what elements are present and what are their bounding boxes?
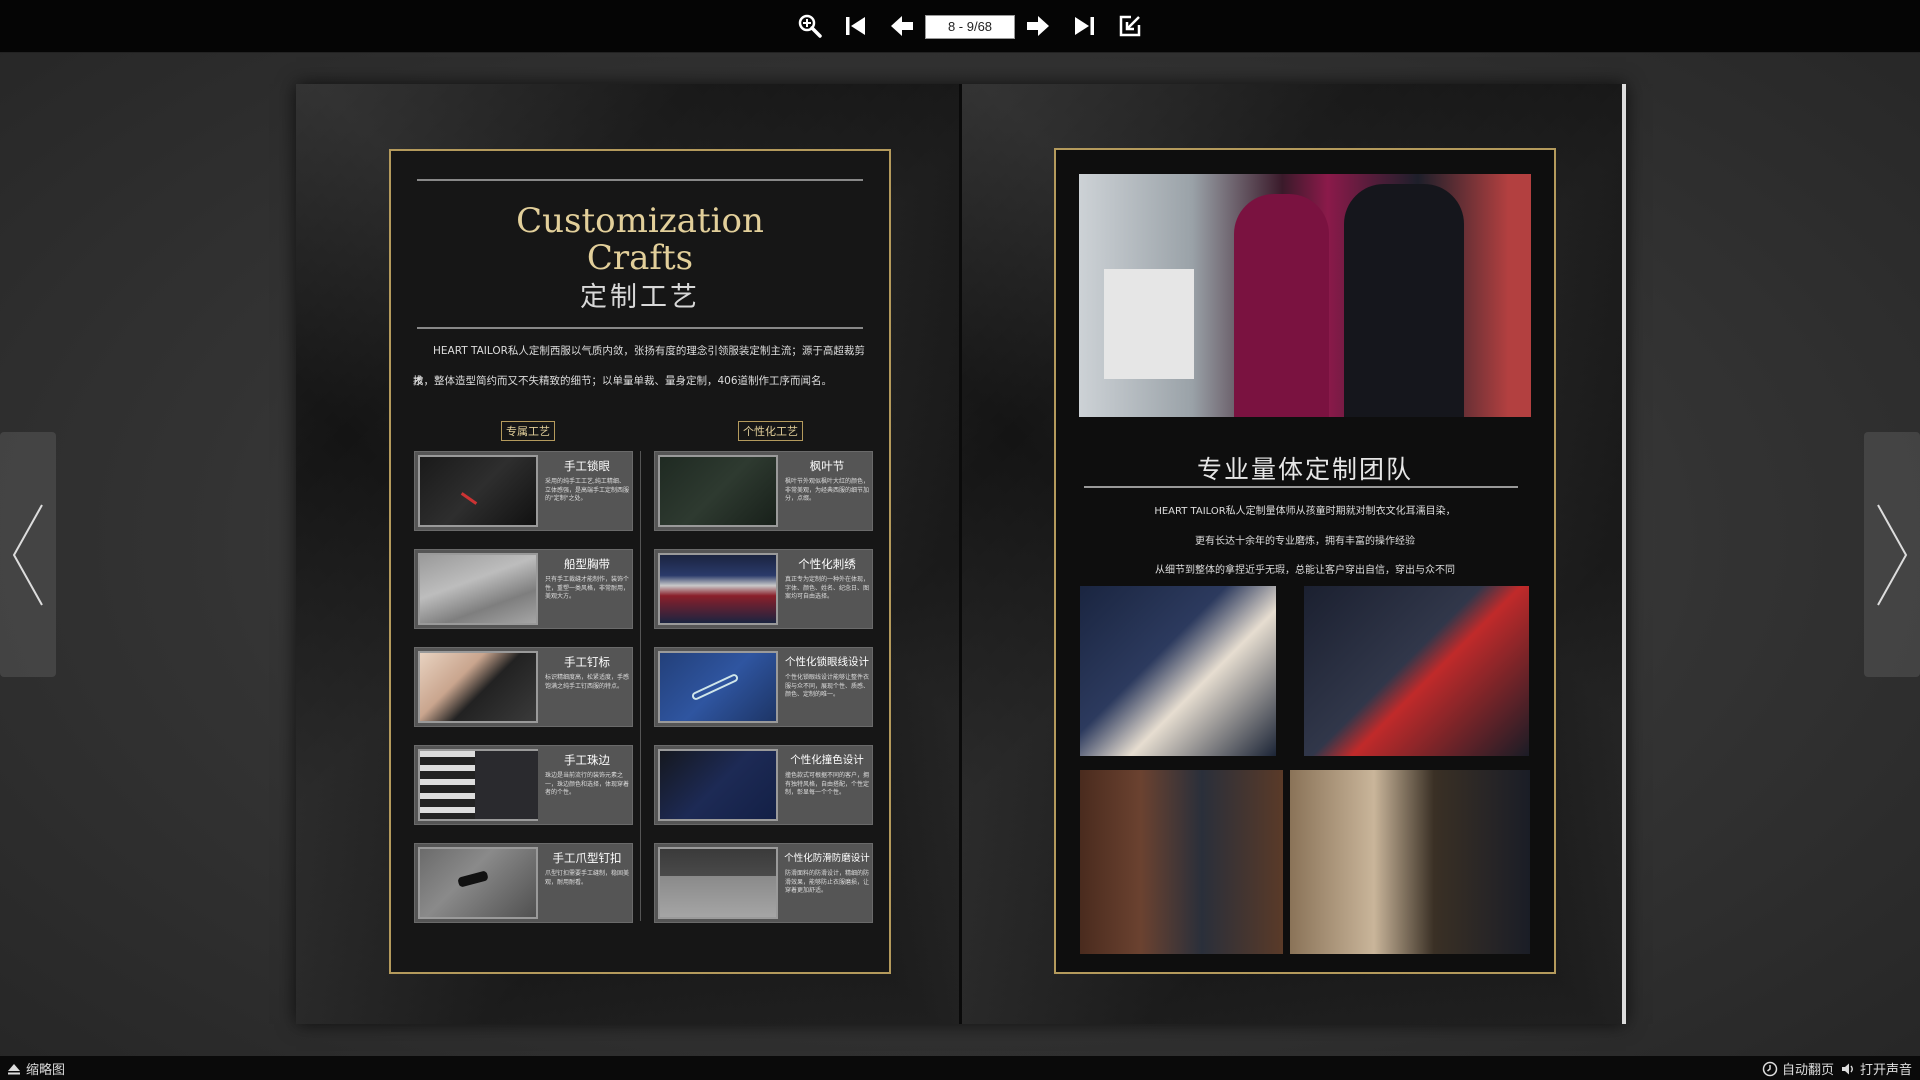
craft-card: 枫叶节 枫叶节外观似枫叶大红的颜色，非常美观，为经典西服的细节加分，点缀。: [654, 451, 873, 531]
craft-card: 个性化刺绣 真正专为定制的一种外在体现，字体、颜色、姓名、纪念日、图案均可自由选…: [654, 549, 873, 629]
craft-title: 个性化撞色设计: [790, 754, 864, 766]
sound-label: 打开声音: [1860, 1063, 1913, 1078]
eject-icon: [8, 1063, 20, 1074]
next-page-icon[interactable]: [1023, 11, 1053, 41]
title-rule-top: [417, 179, 863, 181]
craft-desc: 枫叶节外观似枫叶大红的颜色，非常美观，为经典西服的细节加分，点缀。: [785, 478, 870, 502]
tailor-fitting-photo: [1290, 770, 1530, 954]
craft-thumb: [658, 553, 778, 625]
title-en-line2: Crafts: [586, 238, 694, 278]
craft-title: 手工锁眼: [564, 459, 610, 473]
chevron-left-icon: [12, 504, 43, 605]
craft-desc: 标识精细度高，松紧适度，手感饱满之纯手工钉西服的特点。: [545, 674, 630, 690]
craft-title: 个性化锁眼线设计: [785, 656, 869, 668]
craft-desc: 撞色款式可根据不同的客户，拥有独特风格，自由搭配，个性定制，彰显每一个个性。: [785, 772, 870, 796]
craft-thumb: [418, 553, 538, 625]
craft-desc: 采用的纯手工工艺,纯工精细、立体感强，是高端手工定制西服的"定制"之处。: [545, 478, 630, 502]
thumbnails-label: 缩略图: [26, 1063, 66, 1078]
col-label-personal: 个性化工艺: [738, 421, 803, 441]
team-title: 专业量体定制团队: [1196, 455, 1413, 484]
bottom-bar: 缩略图 自动翻页 打开声音: [0, 1056, 1920, 1080]
craft-desc: 个性化锁眼线设计能够让整件衣服与众不同，展现个性、质感、颜色、定制的唯一。: [785, 674, 870, 698]
craft-title: 个性化防滑防磨设计: [784, 853, 870, 864]
craft-thumb: [418, 749, 538, 821]
team-desc-1: HEART TAILOR私人定制量体师从孩童时期就对制衣文化耳濡目染，: [1154, 506, 1456, 517]
page-number-field[interactable]: 8 - 9/68: [925, 15, 1015, 39]
column-divider: [640, 451, 641, 921]
craft-card: 船型胸带 只有手工裁缝才能制作，装饰个性，重塑一类风格，非常耐用，美观大方。: [414, 549, 633, 629]
measure-tape-photo: [1304, 586, 1529, 756]
craft-thumb: [658, 749, 778, 821]
craft-title: 枫叶节: [809, 459, 845, 473]
craft-desc: 珠边是当前流行的装饰元素之一，珠边颜色和选择，体现穿着者的个性。: [545, 772, 630, 796]
exit-fullscreen-icon[interactable]: [1115, 11, 1145, 41]
sound-button[interactable]: 打开声音: [1840, 1059, 1912, 1078]
next-page-arrow[interactable]: [1864, 432, 1920, 677]
crafts-frame: Customization Crafts 定制工艺 HEART TAILOR私人…: [389, 149, 891, 974]
prev-page-arrow[interactable]: [0, 432, 56, 677]
craft-thumb: [418, 847, 538, 919]
title-en-line1: Customization: [516, 201, 764, 241]
craft-title: 个性化刺绣: [798, 557, 856, 571]
team-desc-2: 更有长达十余年的专业磨炼，拥有丰富的操作经验: [1195, 536, 1415, 547]
craft-card: 个性化防滑防磨设计 防滑面料的防滑设计，精细的防滑效果，能够防止衣服磨损，让穿着…: [654, 843, 873, 923]
craft-card: 个性化撞色设计 撞色款式可根据不同的客户，拥有独特风格，自由搭配，个性定制，彰显…: [654, 745, 873, 825]
measure-wrist-photo: [1080, 586, 1276, 756]
clock-icon: [1762, 1061, 1778, 1076]
craft-title: 手工珠边: [564, 753, 610, 767]
title-rule-bottom: [417, 327, 863, 329]
tailor-shop-photo: [1080, 770, 1283, 954]
thumbnails-button[interactable]: 缩略图: [6, 1059, 65, 1078]
page-edge: [1622, 84, 1626, 1024]
craft-card: 手工钉标 标识精细度高，松紧适度，手感饱满之纯手工钉西服的特点。: [414, 647, 633, 727]
craft-thumb: [418, 455, 538, 527]
team-desc-3: 从细节到整体的拿捏近乎无瑕，总能让客户穿出自信，穿出与众不同: [1155, 565, 1455, 576]
craft-desc: 爪型钉扣需要手工缝制，稳固美观，耐用耐看。: [545, 870, 630, 886]
title-cn: 定制工艺: [580, 282, 700, 313]
last-page-icon[interactable]: [1069, 11, 1099, 41]
craft-thumb: [658, 455, 778, 527]
auto-flip-button[interactable]: 自动翻页: [1762, 1059, 1834, 1078]
craft-desc: 防滑面料的防滑设计，精细的防滑效果，能够防止衣服磨损，让穿着更加舒适。: [785, 870, 870, 894]
craft-title: 船型胸带: [564, 557, 610, 571]
zoom-in-icon[interactable]: [795, 11, 825, 41]
craft-card: 个性化锁眼线设计 个性化锁眼线设计能够让整件衣服与众不同，展现个性、质感、颜色、…: [654, 647, 873, 727]
craft-thumb: [418, 651, 538, 723]
craft-thumb: [658, 847, 778, 919]
craft-desc: 只有手工裁缝才能制作，装饰个性，重塑一类风格，非常耐用，美观大方。: [545, 576, 630, 600]
team-title-rule: [1084, 486, 1518, 488]
speaker-icon: [1842, 1063, 1853, 1074]
left-page[interactable]: Customization Crafts 定制工艺 HEART TAILOR私人…: [296, 84, 960, 1024]
craft-title: 手工爪型钉扣: [552, 851, 622, 865]
intro-line-2: 术，整体造型简约而又不失精致的细节；以单量单裁、量身定制，406道制作工序而闻名…: [413, 375, 833, 387]
auto-flip-label: 自动翻页: [1782, 1063, 1835, 1078]
toolbar: 8 - 9/68: [0, 0, 1920, 53]
prev-page-icon[interactable]: [887, 11, 917, 41]
team-frame: 专业量体定制团队 HEART TAILOR私人定制量体师从孩童时期就对制衣文化耳…: [1054, 148, 1556, 974]
craft-title: 手工钉标: [564, 655, 610, 669]
hero-photo: [1079, 174, 1531, 417]
first-page-icon[interactable]: [841, 11, 871, 41]
craft-thumb: [658, 651, 778, 723]
flipbook-spread[interactable]: Customization Crafts 定制工艺 HEART TAILOR私人…: [296, 84, 1626, 1024]
craft-desc: 真正专为定制的一种外在体现，字体、颜色、姓名、纪念日、图案均可自由选择。: [785, 576, 870, 600]
col-label-exclusive: 专属工艺: [501, 421, 555, 441]
chevron-right-icon: [1877, 504, 1908, 605]
craft-card: 手工爪型钉扣 爪型钉扣需要手工缝制，稳固美观，耐用耐看。: [414, 843, 633, 923]
craft-card: 手工珠边 珠边是当前流行的装饰元素之一，珠边颜色和选择，体现穿着者的个性。: [414, 745, 633, 825]
craft-card: 手工锁眼 采用的纯手工工艺,纯工精细、立体感强，是高端手工定制西服的"定制"之处…: [414, 451, 633, 531]
right-page[interactable]: 专业量体定制团队 HEART TAILOR私人定制量体师从孩童时期就对制衣文化耳…: [962, 84, 1626, 1024]
